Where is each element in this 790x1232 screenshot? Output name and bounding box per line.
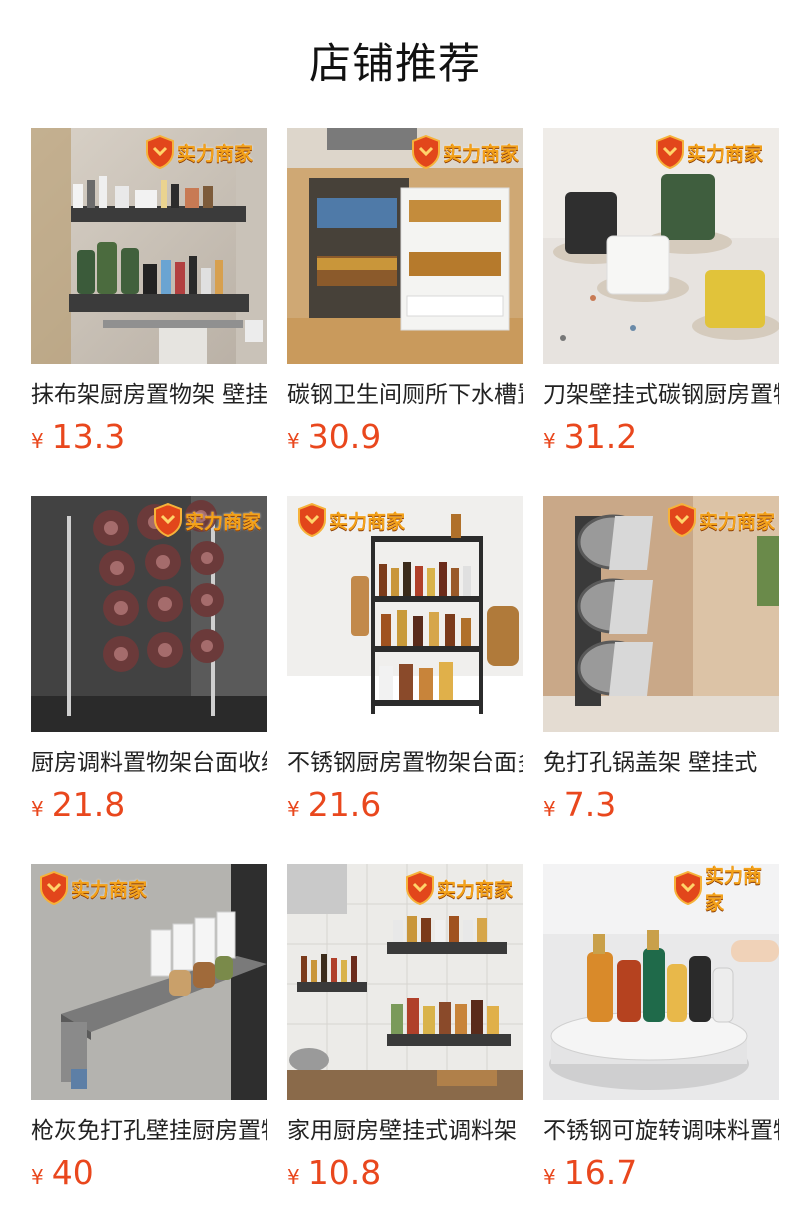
product-card[interactable]: 实力商家 家用厨房壁挂式调料架 ¥10.8: [287, 864, 523, 1193]
knife-holder-image[interactable]: 实力商家: [543, 128, 779, 364]
merchant-badge: 实力商家: [405, 870, 513, 906]
product-price: ¥16.7: [543, 1153, 779, 1193]
under-sink-rack-image[interactable]: 实力商家: [287, 128, 523, 364]
product-card[interactable]: 实力商家 抹布架厨房置物架 壁挂式 ¥13.3: [31, 128, 267, 457]
currency-symbol: ¥: [31, 1165, 44, 1189]
product-card[interactable]: 实力商家 厨房调料置物架台面收纳 ¥21.8: [31, 496, 267, 825]
product-title[interactable]: 枪灰免打孔壁挂厨房置物架: [31, 1116, 267, 1146]
pot-lid-holder-image[interactable]: 实力商家: [543, 496, 779, 732]
shield-icon: [673, 871, 703, 905]
product-card[interactable]: 实力商家 不锈钢可旋转调味料置物架 ¥16.7: [543, 864, 779, 1193]
product-card[interactable]: 实力商家 刀架壁挂式碳钢厨房置物架 ¥31.2: [543, 128, 779, 457]
merchant-badge: 实力商家: [411, 134, 519, 170]
page-title: 店铺推荐: [308, 39, 481, 88]
floating-shelf-image[interactable]: 实力商家: [31, 864, 267, 1100]
badge-label: 实力商家: [177, 142, 254, 165]
product-title[interactable]: 碳钢卫生间厕所下水槽置物架: [287, 380, 523, 410]
currency-symbol: ¥: [287, 797, 300, 821]
badge-label: 实力商家: [437, 878, 514, 901]
product-title[interactable]: 免打孔锅盖架 壁挂式: [543, 748, 779, 778]
currency-symbol: ¥: [543, 1165, 556, 1189]
badge-label: 实力商家: [705, 865, 763, 914]
merchant-badge: 实力商家: [297, 502, 405, 538]
product-price: ¥10.8: [287, 1153, 523, 1193]
badge-label: 实力商家: [699, 510, 776, 533]
product-title[interactable]: 厨房调料置物架台面收纳: [31, 748, 267, 778]
product-price: ¥31.2: [543, 417, 779, 457]
product-price: ¥21.8: [31, 785, 267, 825]
price-amount: 13.3: [51, 417, 126, 456]
product-title[interactable]: 刀架壁挂式碳钢厨房置物架: [543, 380, 779, 410]
badge-label: 实力商家: [185, 510, 262, 533]
product-price: ¥7.3: [543, 785, 779, 825]
product-price: ¥40: [31, 1153, 267, 1193]
shield-icon: [411, 135, 441, 169]
product-title[interactable]: 家用厨房壁挂式调料架: [287, 1116, 523, 1146]
currency-symbol: ¥: [31, 797, 44, 821]
product-title[interactable]: 不锈钢可旋转调味料置物架: [543, 1116, 779, 1146]
product-price: ¥30.9: [287, 417, 523, 457]
shield-icon: [297, 503, 327, 537]
merchant-badge: 实力商家: [655, 134, 763, 170]
rotating-tray-image[interactable]: 实力商家: [543, 864, 779, 1100]
shield-icon: [39, 871, 69, 905]
price-amount: 16.7: [563, 1153, 638, 1192]
currency-symbol: ¥: [31, 429, 44, 453]
hanging-spice-shelf-image[interactable]: 实力商家: [287, 864, 523, 1100]
price-amount: 21.6: [307, 785, 382, 824]
price-amount: 40: [51, 1153, 94, 1192]
badge-label: 实力商家: [687, 142, 764, 165]
price-amount: 21.8: [51, 785, 126, 824]
merchant-badge: 实力商家: [39, 870, 147, 906]
currency-symbol: ¥: [543, 797, 556, 821]
product-title[interactable]: 不锈钢厨房置物架台面多层: [287, 748, 523, 778]
shield-icon: [667, 503, 697, 537]
shield-icon: [405, 871, 435, 905]
wall-shelf-image[interactable]: 实力商家: [31, 128, 267, 364]
product-title[interactable]: 抹布架厨房置物架 壁挂式: [31, 380, 267, 410]
merchant-badge: 实力商家: [153, 502, 261, 538]
merchant-badge: 实力商家: [145, 134, 253, 170]
currency-symbol: ¥: [287, 1165, 300, 1189]
product-card[interactable]: 实力商家 枪灰免打孔壁挂厨房置物架 ¥40: [31, 864, 267, 1193]
spice-rack-image[interactable]: 实力商家: [287, 496, 523, 732]
product-card[interactable]: 实力商家 免打孔锅盖架 壁挂式 ¥7.3: [543, 496, 779, 825]
price-amount: 7.3: [563, 785, 617, 824]
price-amount: 31.2: [563, 417, 638, 456]
product-price: ¥13.3: [31, 417, 267, 457]
badge-label: 实力商家: [443, 142, 520, 165]
lid-rack-image[interactable]: 实力商家: [31, 496, 267, 732]
shield-icon: [153, 503, 183, 537]
price-amount: 30.9: [307, 417, 382, 456]
product-price: ¥21.6: [287, 785, 523, 825]
merchant-badge: 实力商家: [667, 502, 775, 538]
price-amount: 10.8: [307, 1153, 382, 1192]
merchant-badge: 实力商家: [673, 865, 779, 914]
currency-symbol: ¥: [543, 429, 556, 453]
badge-label: 实力商家: [71, 878, 148, 901]
product-card[interactable]: 实力商家 不锈钢厨房置物架台面多层 ¥21.6: [287, 496, 523, 825]
currency-symbol: ¥: [287, 429, 300, 453]
shield-icon: [145, 135, 175, 169]
badge-label: 实力商家: [329, 510, 406, 533]
shield-icon: [655, 135, 685, 169]
product-card[interactable]: 实力商家 碳钢卫生间厕所下水槽置物架 ¥30.9: [287, 128, 523, 457]
